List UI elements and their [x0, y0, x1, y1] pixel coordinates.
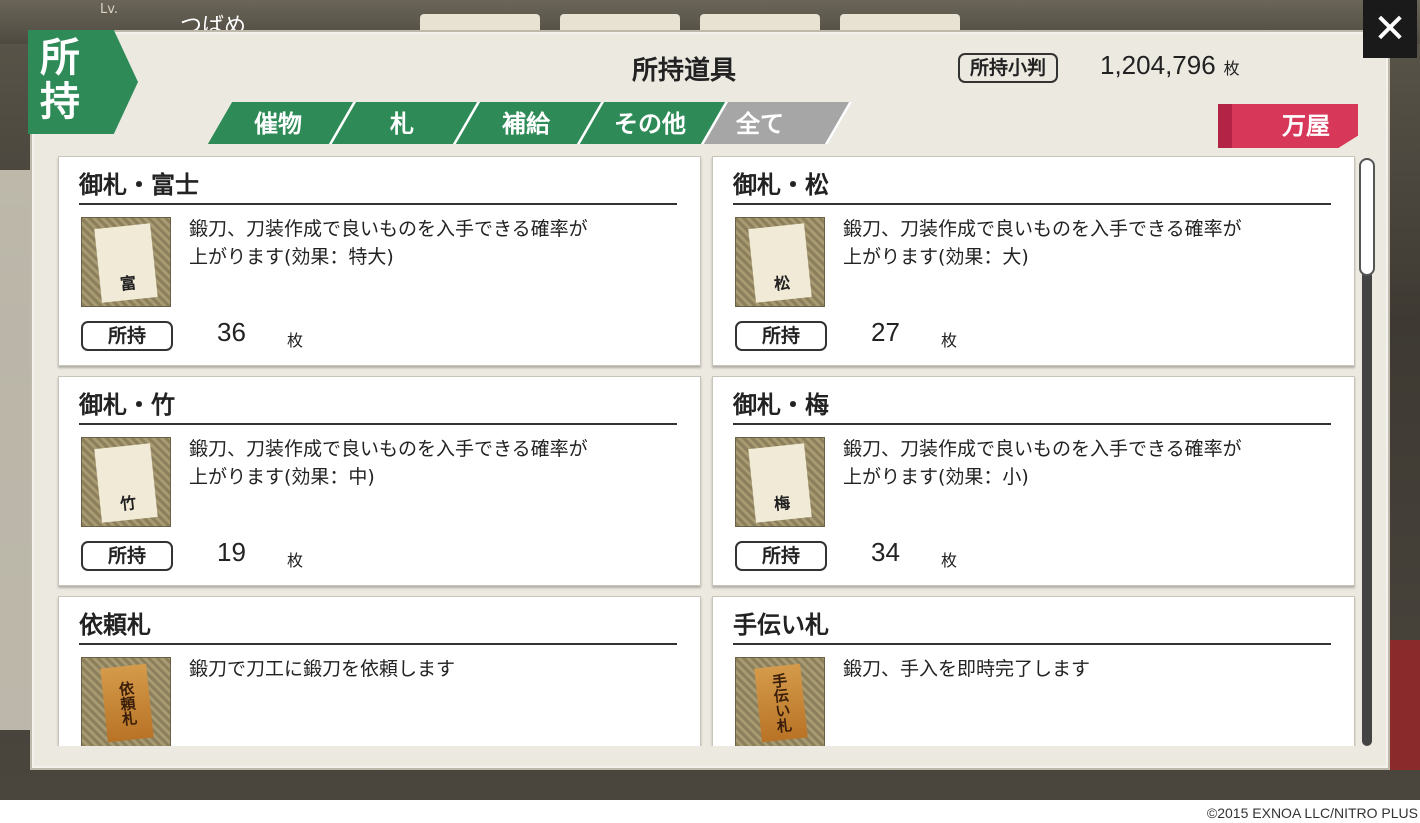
- request-tag-icon: 依頼札: [81, 657, 171, 746]
- item-description: 鍛刀、刀装作成で良いものを入手できる確率が 上がります(効果：大): [843, 215, 1343, 271]
- description-line: 鍛刀、刀装作成で良いものを入手できる確率が: [189, 218, 588, 240]
- description-line: 鍛刀、刀装作成で良いものを入手できる確率が: [189, 438, 588, 460]
- item-name: 依頼札: [79, 610, 151, 639]
- title-divider: [733, 423, 1331, 425]
- description-line: 鍛刀、刀装作成で良いものを入手できる確率が: [843, 438, 1242, 460]
- description-line: 上がります(効果：小): [843, 466, 1029, 488]
- shop-button[interactable]: 万屋: [1218, 104, 1358, 148]
- corner-tag: 所持: [28, 30, 138, 134]
- tab-other[interactable]: その他: [588, 106, 712, 142]
- description-line: 上がります(効果：特大): [189, 246, 394, 268]
- charm-paper: 梅: [748, 443, 812, 523]
- tab-supply[interactable]: 補給: [464, 106, 588, 142]
- tab-fuda[interactable]: 札: [340, 106, 464, 142]
- title-divider: [79, 423, 677, 425]
- sortie-button-strip: [1390, 640, 1420, 770]
- charm-paper: 竹: [94, 443, 158, 523]
- owned-badge: 所持: [735, 541, 827, 571]
- item-card[interactable]: 御札・竹 竹 鍛刀、刀装作成で良いものを入手できる確率が 上がります(効果：中)…: [58, 376, 701, 586]
- title-divider: [79, 643, 677, 645]
- level-label: Lv.: [100, 2, 119, 17]
- description-line: 上がります(効果：中): [189, 466, 375, 488]
- wooden-tag: 依頼札: [100, 663, 154, 743]
- owned-unit: 枚: [941, 331, 958, 350]
- item-card[interactable]: 御札・梅 梅 鍛刀、刀装作成で良いものを入手できる確率が 上がります(効果：小)…: [712, 376, 1355, 586]
- owned-badge: 所持: [81, 541, 173, 571]
- owned-unit: 枚: [287, 551, 304, 570]
- koban-unit: 枚: [1223, 59, 1240, 78]
- item-name: 御札・富士: [79, 170, 199, 199]
- modal-title: 所持道具: [632, 56, 737, 86]
- plum-charm-icon: 梅: [735, 437, 825, 527]
- description-line: 鍛刀、手入を即時完了します: [843, 658, 1091, 680]
- owned-count: 34: [871, 537, 900, 567]
- item-name: 御札・松: [733, 170, 829, 199]
- description-line: 鍛刀、刀装作成で良いものを入手できる確率が: [843, 218, 1242, 240]
- item-description: 鍛刀で刀工に鍛刀を依頼します: [189, 655, 689, 683]
- description-line: 上がります(効果：大): [843, 246, 1029, 268]
- item-card[interactable]: 依頼札 依頼札 鍛刀で刀工に鍛刀を依頼します: [58, 596, 701, 746]
- corner-label: 所持: [40, 34, 80, 125]
- owned-count: 27: [871, 317, 900, 347]
- title-divider: [79, 203, 677, 205]
- copyright-text: ©2015 EXNOA LLC/NITRO PLUS: [1206, 805, 1418, 821]
- list-scrollbar[interactable]: [1359, 158, 1375, 746]
- description-line: 鍛刀で刀工に鍛刀を依頼します: [189, 658, 456, 680]
- item-card[interactable]: 御札・富士 富 鍛刀、刀装作成で良いものを入手できる確率が 上がります(効果：特…: [58, 156, 701, 366]
- side-menu-strip: [0, 170, 30, 730]
- title-divider: [733, 643, 1331, 645]
- wooden-tag: 手伝い札: [754, 663, 808, 743]
- item-card[interactable]: 御札・松 松 鍛刀、刀装作成で良いものを入手できる確率が 上がります(効果：大)…: [712, 156, 1355, 366]
- owned-badge: 所持: [735, 321, 827, 351]
- owned-unit: 枚: [941, 551, 958, 570]
- koban-value-wrap: 1,204,796 枚: [1100, 50, 1240, 81]
- close-icon[interactable]: ✕: [1363, 0, 1417, 58]
- tab-all[interactable]: 全て: [698, 106, 822, 142]
- scroll-thumb[interactable]: [1359, 158, 1375, 276]
- item-description: 鍛刀、刀装作成で良いものを入手できる確率が 上がります(効果：特大): [189, 215, 689, 271]
- owned-badge: 所持: [81, 321, 173, 351]
- item-description: 鍛刀、刀装作成で良いものを入手できる確率が 上がります(効果：中): [189, 435, 689, 491]
- title-divider: [733, 203, 1331, 205]
- item-description: 鍛刀、手入を即時完了します: [843, 655, 1343, 683]
- item-list: 御札・富士 富 鍛刀、刀装作成で良いものを入手できる確率が 上がります(効果：特…: [56, 156, 1356, 746]
- charm-paper: 富: [94, 223, 158, 303]
- item-name: 御札・竹: [79, 390, 175, 419]
- inventory-modal: 所持 所持道具 所持小判 1,204,796 枚 催物 札 補給 その他 全て 万…: [28, 30, 1390, 770]
- helper-tag-icon: 手伝い札: [735, 657, 825, 746]
- tab-events[interactable]: 催物: [216, 106, 340, 142]
- bamboo-charm-icon: 竹: [81, 437, 171, 527]
- pine-charm-icon: 松: [735, 217, 825, 307]
- item-name: 手伝い札: [733, 610, 829, 639]
- owned-unit: 枚: [287, 331, 304, 350]
- koban-label: 所持小判: [958, 53, 1059, 83]
- item-name: 御札・梅: [733, 390, 829, 419]
- item-description: 鍛刀、刀装作成で良いものを入手できる確率が 上がります(効果：小): [843, 435, 1343, 491]
- owned-count: 19: [217, 537, 246, 567]
- koban-value: 1,204,796: [1100, 50, 1216, 80]
- item-card[interactable]: 手伝い札 手伝い札 鍛刀、手入を即時完了します: [712, 596, 1355, 746]
- fuji-charm-icon: 富: [81, 217, 171, 307]
- owned-count: 36: [217, 317, 246, 347]
- charm-paper: 松: [748, 223, 812, 303]
